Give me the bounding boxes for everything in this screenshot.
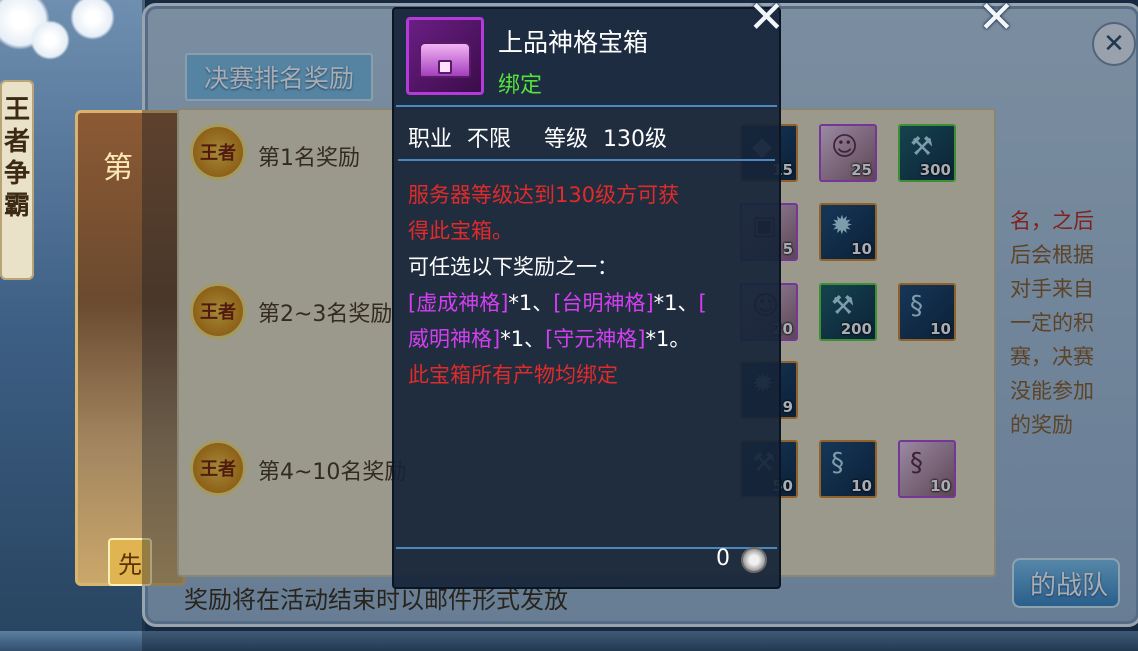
desc-choose: 可任选以下奖励之一：	[408, 255, 618, 279]
event-card-image: 第	[75, 110, 186, 586]
option-link[interactable]: [虚成神格]	[408, 291, 508, 315]
scroll-icon: §	[831, 448, 844, 478]
rules-line: 后会根据	[1010, 243, 1094, 267]
option-qty: *1、	[500, 327, 546, 351]
reward-item[interactable]: ⚒ 200	[819, 283, 877, 341]
coin-icon	[741, 547, 767, 573]
item-quantity: 9	[782, 398, 793, 416]
item-stats: 职业 不限 等级 130级	[408, 121, 675, 153]
desc-requirement-cont: 得此宝箱。	[408, 219, 513, 243]
chest-lock	[438, 60, 452, 74]
level-label: 等级	[544, 127, 589, 152]
rank-badge-text: 王者	[200, 143, 236, 164]
option-qty: *1、	[653, 291, 699, 315]
rules-line: 没能参加	[1010, 379, 1094, 403]
reward-item[interactable]: § 10	[819, 440, 877, 498]
currency-amount: 0	[716, 546, 730, 571]
panel-close-icon[interactable]: ✕	[1092, 22, 1136, 66]
popup-close-icon[interactable]: ✕	[748, 0, 785, 40]
banner-char: 霸	[3, 191, 30, 221]
item-quantity: 5	[782, 240, 793, 258]
banner-char: 王	[3, 95, 30, 125]
option-link[interactable]: 威明神格]	[408, 327, 500, 351]
item-quantity: 25	[851, 161, 872, 179]
rank-label: 第2~3名奖励	[258, 302, 393, 327]
treasure-chest-icon	[406, 17, 484, 95]
option-qty: *1。	[645, 327, 691, 351]
banner-char: 争	[3, 159, 30, 189]
tab-final-rank-rewards[interactable]: 决赛排名奖励	[185, 53, 373, 101]
job-label: 职业	[408, 127, 453, 152]
axe-icon: ⚒	[910, 132, 934, 162]
item-quantity: 10	[851, 477, 872, 495]
flower-decoration	[30, 20, 70, 60]
item-quantity: 10	[930, 320, 951, 338]
item-name: 上品神格宝箱	[498, 28, 649, 57]
item-quantity: 10	[930, 477, 951, 495]
reward-item[interactable]: § 10	[898, 440, 956, 498]
event-title-banner: 王 者 争 霸	[0, 80, 34, 280]
option-qty: *1、	[508, 291, 554, 315]
item-quantity: 200	[840, 320, 872, 338]
item-quantity: 300	[919, 161, 951, 179]
rank-badge-icon: 王者	[190, 124, 246, 180]
level-value: 130级	[603, 127, 668, 152]
item-tooltip-popup: 上品神格宝箱 绑定 职业 不限 等级 130级 服务器等级达到130级方可获 得…	[392, 7, 781, 589]
axe-icon: ⚒	[831, 291, 855, 321]
reward-item[interactable]: ✹ 10	[819, 203, 877, 261]
divider	[398, 159, 775, 161]
reward-item[interactable]: ⚒ 300	[898, 124, 956, 182]
scroll-icon: §	[910, 448, 923, 478]
desc-requirement: 服务器等级达到130级方可获	[408, 183, 680, 207]
rules-line: 名，之后	[1010, 209, 1094, 233]
option-link-bracket[interactable]: [	[699, 291, 707, 315]
item-quantity: 10	[851, 240, 872, 258]
desc-options-line2: 威明神格]*1、[守元神格]*1。	[408, 321, 768, 357]
item-bind-status: 绑定	[498, 73, 543, 98]
rules-line: 赛，决赛	[1010, 345, 1094, 369]
rank-label: 第4~10名奖励	[258, 460, 407, 485]
rules-text: 名，之后 后会根据 对手来自 一定的积 赛，决赛 没能参加 的奖励	[1010, 204, 1094, 442]
rules-line: 一定的积	[1010, 311, 1094, 335]
reward-item[interactable]: § 10	[898, 283, 956, 341]
team-button[interactable]: 的战队	[1012, 558, 1120, 608]
desc-bind-note: 此宝箱所有产物均绑定	[408, 363, 618, 387]
banner-char: 者	[3, 127, 30, 157]
job-value: 不限	[467, 127, 512, 152]
option-link[interactable]: [台明神格]	[553, 291, 653, 315]
portrait-icon: ☺	[831, 132, 859, 162]
rank-badge-text: 王者	[200, 459, 236, 480]
rank-badge-icon: 王者	[190, 283, 246, 339]
desc-options-line1: [虚成神格]*1、[台明神格]*1、[	[408, 285, 768, 321]
scroll-icon: §	[910, 291, 923, 321]
rank-badge-text: 王者	[200, 302, 236, 323]
rank-label: 第1名奖励	[258, 146, 360, 171]
close-icon[interactable]: ✕	[978, 0, 1015, 40]
rules-line: 对手来自	[1010, 277, 1094, 301]
option-link[interactable]: [守元神格]	[545, 327, 645, 351]
gear-icon: ✹	[831, 211, 853, 241]
rules-line: 的奖励	[1010, 413, 1073, 437]
card-title: 第	[103, 151, 133, 186]
rank-badge-icon: 王者	[190, 440, 246, 496]
left-action-button[interactable]: 先	[108, 538, 152, 586]
background-scenery-bottom	[0, 631, 1138, 651]
item-description: 服务器等级达到130级方可获 得此宝箱。 可任选以下奖励之一： [虚成神格]*1…	[408, 177, 768, 393]
reward-item[interactable]: ☺ 25	[819, 124, 877, 182]
